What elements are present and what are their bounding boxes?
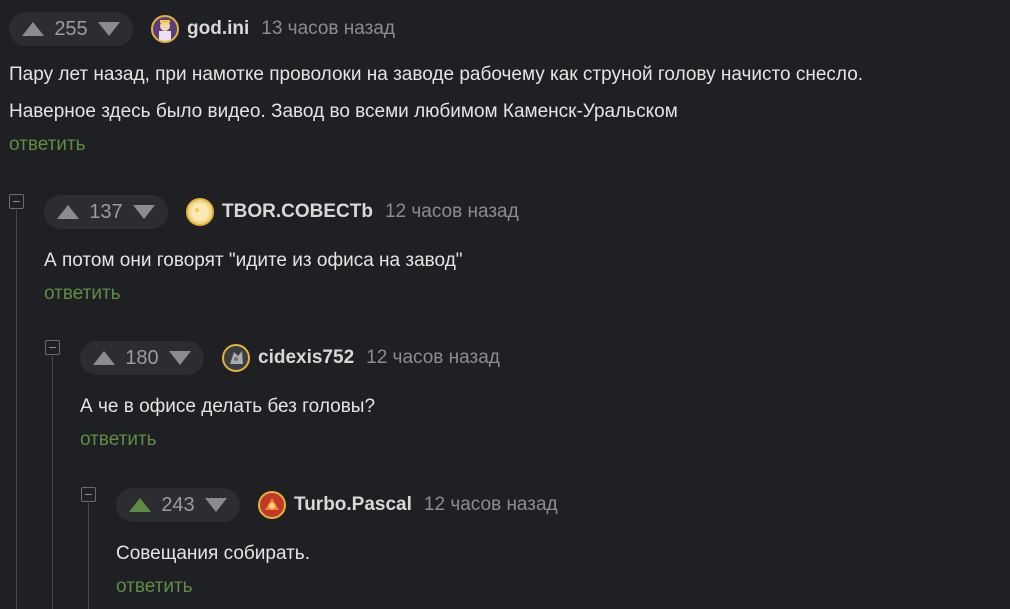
triangle-up-icon (22, 22, 44, 36)
vote-control: 180 (80, 341, 204, 375)
comment-text-line: А че в офисе делать без головы? (80, 396, 376, 417)
triangle-up-icon (57, 205, 79, 219)
comment-text-line: Наверное здесь было видео. Завод во всем… (9, 101, 678, 122)
upvote-button[interactable] (21, 20, 45, 38)
vote-score: 243 (161, 493, 195, 516)
vote-score: 255 (54, 17, 88, 40)
vote-control: 137 (44, 195, 168, 229)
comment-text-line: Пару лет назад, при намотке проволоки на… (9, 64, 864, 85)
vote-score: 137 (89, 200, 123, 223)
reply-link[interactable]: ответить (9, 134, 86, 156)
vote-control: 243 (116, 488, 240, 522)
comment-header: 255 god.ini 13 часов назад (9, 12, 863, 46)
comment-header: 137 TBOR.COBECTb 12 часов назад (44, 195, 519, 229)
downvote-button[interactable] (168, 349, 192, 367)
triangle-down-icon (133, 205, 155, 219)
timestamp: 13 часов назад (261, 18, 396, 39)
avatar[interactable] (186, 198, 214, 226)
vote-score: 180 (125, 346, 159, 369)
triangle-down-icon (169, 351, 191, 365)
triangle-up-icon (93, 351, 115, 365)
comment-text: А че в офисе делать без головы? (80, 388, 500, 425)
comment: 255 god.ini 13 часов назад Пару лет наза… (9, 12, 863, 156)
timestamp: 12 часов назад (384, 201, 519, 222)
vote-control: 255 (9, 12, 133, 46)
comment-text: Совещания собирать. (116, 535, 558, 572)
upvote-button[interactable] (92, 349, 116, 367)
collapse-thread-button[interactable] (45, 340, 60, 355)
comment-header: 243 Turbo.Pascal 12 часов назад (116, 488, 558, 522)
upvote-button[interactable] (56, 203, 80, 221)
avatar[interactable] (258, 491, 286, 519)
triangle-down-icon (205, 498, 227, 512)
thread-line-level-3 (88, 503, 89, 609)
upvote-button[interactable] (128, 496, 152, 514)
thread-line-level-1 (16, 210, 17, 609)
comment: 180 cidexis752 12 часов назад А че в офи… (80, 341, 500, 451)
comment: 243 Turbo.Pascal 12 часов назад Совещани… (116, 488, 558, 598)
username[interactable]: TBOR.COBECTb (222, 201, 373, 223)
comment: 137 TBOR.COBECTb 12 часов назад А потом … (44, 195, 519, 305)
triangle-up-icon (129, 498, 151, 512)
username[interactable]: cidexis752 (258, 347, 354, 369)
username[interactable]: Turbo.Pascal (294, 494, 412, 516)
timestamp: 12 часов назад (366, 347, 500, 368)
thread-line-level-2 (52, 356, 53, 609)
comment-text: Пару лет назад, при намотке проволоки на… (9, 56, 863, 130)
comment-text-line: Совещания собирать. (116, 543, 310, 564)
collapse-thread-button[interactable] (81, 487, 96, 502)
comment-text-line: А потом они говорят "идите из офиса на з… (44, 250, 463, 271)
timestamp: 12 часов назад (423, 494, 558, 515)
reply-link[interactable]: ответить (44, 283, 121, 305)
username[interactable]: god.ini (187, 18, 249, 40)
downvote-button[interactable] (204, 496, 228, 514)
reply-link[interactable]: ответить (116, 576, 193, 598)
downvote-button[interactable] (97, 20, 121, 38)
avatar[interactable] (222, 344, 250, 372)
collapse-thread-button[interactable] (9, 194, 24, 209)
comment-text: А потом они говорят "идите из офиса на з… (44, 242, 519, 279)
downvote-button[interactable] (132, 203, 156, 221)
triangle-down-icon (98, 22, 120, 36)
reply-link[interactable]: ответить (80, 429, 157, 451)
avatar[interactable] (151, 15, 179, 43)
comment-header: 180 cidexis752 12 часов назад (80, 341, 500, 375)
